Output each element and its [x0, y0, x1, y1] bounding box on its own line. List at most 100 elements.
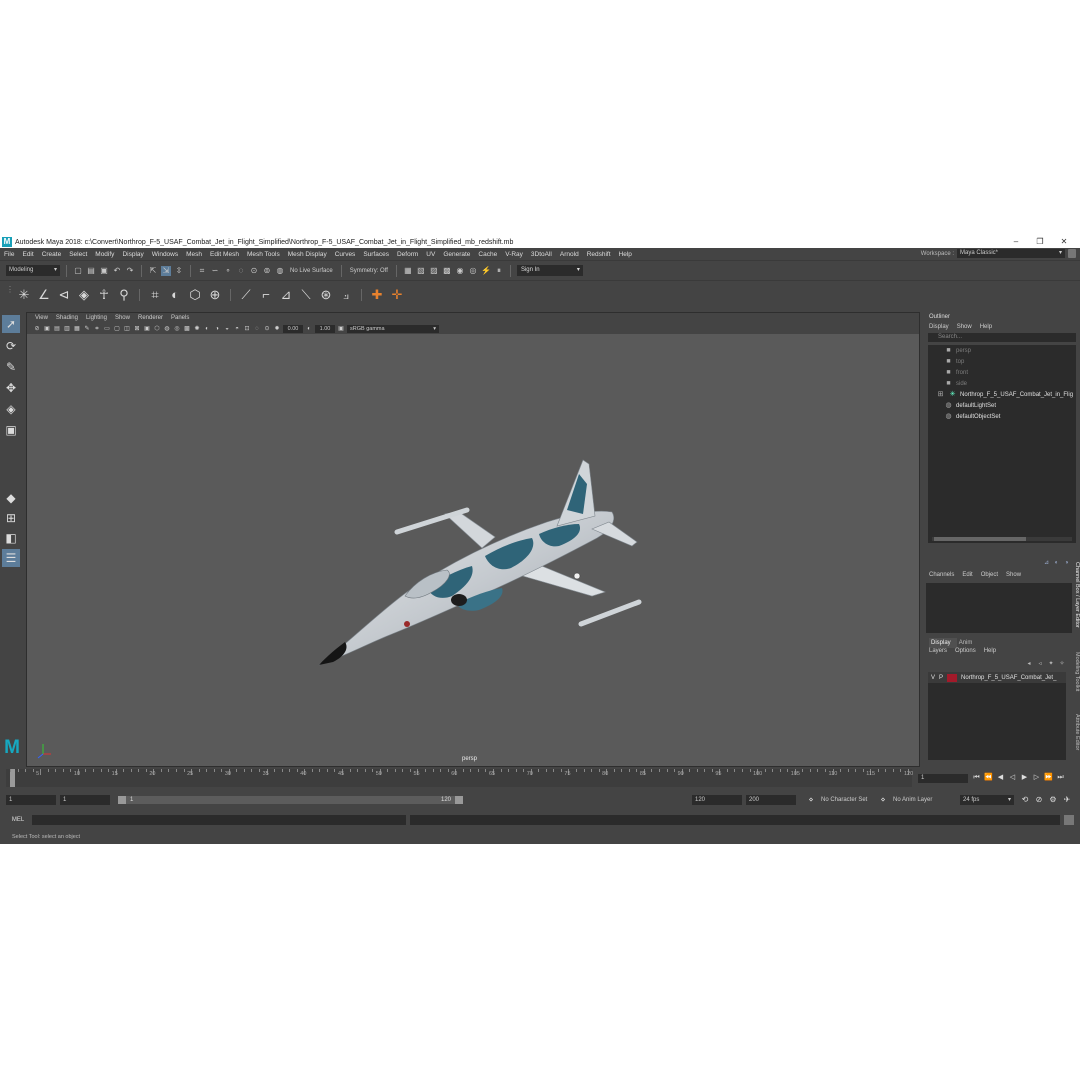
outliner-menu-display[interactable]: Display: [929, 324, 957, 330]
play-forwards-icon[interactable]: ▶: [1020, 773, 1029, 783]
menu-windows[interactable]: Windows: [148, 251, 182, 258]
loop-icon[interactable]: ⟲: [1020, 795, 1030, 805]
field-chart-icon[interactable]: ⊠: [133, 325, 141, 333]
anti-alias-icon[interactable]: ◓: [233, 325, 241, 333]
locator-icon[interactable]: ✚: [369, 287, 385, 303]
outliner-scrollbar[interactable]: [932, 537, 1072, 541]
minimize-button[interactable]: –: [1004, 236, 1028, 248]
undo-icon[interactable]: ↶: [112, 266, 122, 276]
menu-arnold[interactable]: Arnold: [556, 251, 583, 258]
view-transform-select[interactable]: sRGB gamma: [347, 324, 439, 333]
step-back-key-icon[interactable]: ⏪: [984, 773, 993, 783]
snap-point-icon[interactable]: ∘: [223, 266, 233, 276]
character-set-select[interactable]: No Character Set: [818, 795, 882, 805]
menu-help[interactable]: Help: [615, 251, 636, 258]
render-settings-icon[interactable]: ▩: [442, 266, 452, 276]
fps-select[interactable]: 24 fps: [960, 795, 1014, 805]
constraint-aim-icon[interactable]: ⟍: [298, 287, 314, 303]
isolate-select-icon[interactable]: ⊡: [243, 325, 251, 333]
menu-uv[interactable]: UV: [422, 251, 439, 258]
menu-surfaces[interactable]: Surfaces: [359, 251, 393, 258]
range-end-handle[interactable]: [455, 796, 463, 804]
ik-joint-icon[interactable]: ✳: [16, 287, 32, 303]
camera-attributes-icon[interactable]: ▣: [43, 325, 51, 333]
safe-action-icon[interactable]: ▣: [143, 325, 151, 333]
vp-menu-show[interactable]: Show: [111, 315, 134, 321]
outliner-item-side[interactable]: ■ side: [928, 378, 1076, 389]
vp-menu-shading[interactable]: Shading: [52, 315, 82, 321]
playback-end-field[interactable]: 120: [692, 795, 742, 805]
lock-icon[interactable]: [1068, 249, 1076, 258]
wireframe-on-shaded-icon[interactable]: ◎: [173, 325, 181, 333]
go-to-start-icon[interactable]: ⏮: [972, 773, 981, 783]
range-start-handle[interactable]: [118, 796, 126, 804]
menu-display[interactable]: Display: [118, 251, 147, 258]
command-language-toggle[interactable]: MEL: [6, 815, 30, 825]
scale-tool-icon[interactable]: ▣: [2, 421, 20, 439]
current-frame-field[interactable]: 1: [918, 774, 968, 783]
grease-pencil-icon[interactable]: ✎: [83, 325, 91, 333]
four-view-layout-icon[interactable]: ⊞: [2, 509, 20, 527]
vp-menu-lighting[interactable]: Lighting: [82, 315, 111, 321]
sound-icon[interactable]: ✈: [1062, 795, 1072, 805]
vray-render-icon[interactable]: ◎: [468, 266, 478, 276]
outliner-layout-icon[interactable]: ☰: [2, 549, 20, 567]
layer-playback-toggle[interactable]: P: [939, 675, 943, 681]
side-tab-channel-box[interactable]: Channel Box / Layer Editor: [1072, 562, 1080, 628]
locator-snap-icon[interactable]: ✛: [389, 287, 405, 303]
tab-display[interactable]: Display: [929, 638, 957, 648]
snap-edge-icon[interactable]: ◍: [275, 266, 285, 276]
layer-menu-layers[interactable]: Layers: [929, 648, 955, 658]
use-lights-icon[interactable]: ✺: [193, 325, 201, 333]
sculpt-icon[interactable]: ⊕: [207, 287, 223, 303]
smooth-shade-icon[interactable]: ◍: [163, 325, 171, 333]
move-layer-up-icon[interactable]: ◂: [1025, 660, 1033, 668]
constraint-orient-icon[interactable]: ⊛: [318, 287, 334, 303]
outliner-item-jet[interactable]: ⊞ ✳ Northrop_F_5_USAF_Combat_Jet_in_Flig: [928, 389, 1076, 400]
paint-select-tool-icon[interactable]: ✎: [2, 358, 20, 376]
move-tool-icon[interactable]: ✥: [2, 379, 20, 397]
single-perspective-icon[interactable]: ◆: [2, 489, 20, 507]
ik-handle-icon[interactable]: ∠: [36, 287, 52, 303]
lattice-icon[interactable]: ⌗: [147, 287, 163, 303]
exposure-field[interactable]: 0.00: [283, 324, 303, 333]
motion-blur-icon[interactable]: ◒: [223, 325, 231, 333]
outliner-search-input[interactable]: Search...: [928, 333, 1076, 342]
rotate-tool-icon[interactable]: ◈: [2, 400, 20, 418]
cb-menu-object[interactable]: Object: [981, 572, 1006, 582]
menu-deform[interactable]: Deform: [393, 251, 422, 258]
gamma-icon[interactable]: ◐: [305, 325, 313, 333]
gate-mask-icon[interactable]: ◫: [123, 325, 131, 333]
outliner-menu-help[interactable]: Help: [980, 324, 1000, 330]
cb-menu-edit[interactable]: Edit: [962, 572, 980, 582]
human-ik-icon[interactable]: ☥: [96, 287, 112, 303]
move-layer-down-icon[interactable]: ◃: [1036, 660, 1044, 668]
step-forward-key-icon[interactable]: ⏩: [1044, 773, 1053, 783]
outliner-menu-show[interactable]: Show: [957, 324, 980, 330]
color-management-icon[interactable]: ▣: [337, 325, 345, 333]
menu-vray[interactable]: V-Ray: [501, 251, 527, 258]
menu-mesh-display[interactable]: Mesh Display: [284, 251, 331, 258]
tab-anim[interactable]: Anim: [957, 638, 979, 648]
layer-visibility-toggle[interactable]: V: [931, 675, 935, 681]
animation-prefs-icon[interactable]: ⚙: [1048, 795, 1058, 805]
outliner-item-top[interactable]: ■ top: [928, 356, 1076, 367]
xray-joints-icon[interactable]: ⊙: [263, 325, 271, 333]
go-to-end-icon[interactable]: ⏭: [1056, 773, 1065, 783]
textured-icon[interactable]: ▩: [183, 325, 191, 333]
live-surface-label[interactable]: No Live Surface: [288, 268, 335, 274]
open-scene-icon[interactable]: ▤: [86, 266, 96, 276]
workspace-select[interactable]: Maya Classic*: [957, 249, 1065, 258]
snap-live-icon[interactable]: ⊚: [262, 266, 272, 276]
snap-grid-icon[interactable]: ⌗: [197, 266, 207, 276]
viewport-canvas[interactable]: persp: [27, 334, 919, 766]
vp-menu-view[interactable]: View: [31, 315, 52, 321]
attribute-editor-toggle-icon[interactable]: ◐: [1053, 560, 1060, 567]
menu-generate[interactable]: Generate: [439, 251, 474, 258]
menu-redshift[interactable]: Redshift: [583, 251, 615, 258]
save-scene-icon[interactable]: ▣: [99, 266, 109, 276]
expand-icon[interactable]: ⊞: [936, 390, 945, 399]
gamma-field[interactable]: 1.00: [315, 324, 335, 333]
menu-mesh-tools[interactable]: Mesh Tools: [243, 251, 284, 258]
new-layer-icon[interactable]: ✦: [1047, 660, 1055, 668]
